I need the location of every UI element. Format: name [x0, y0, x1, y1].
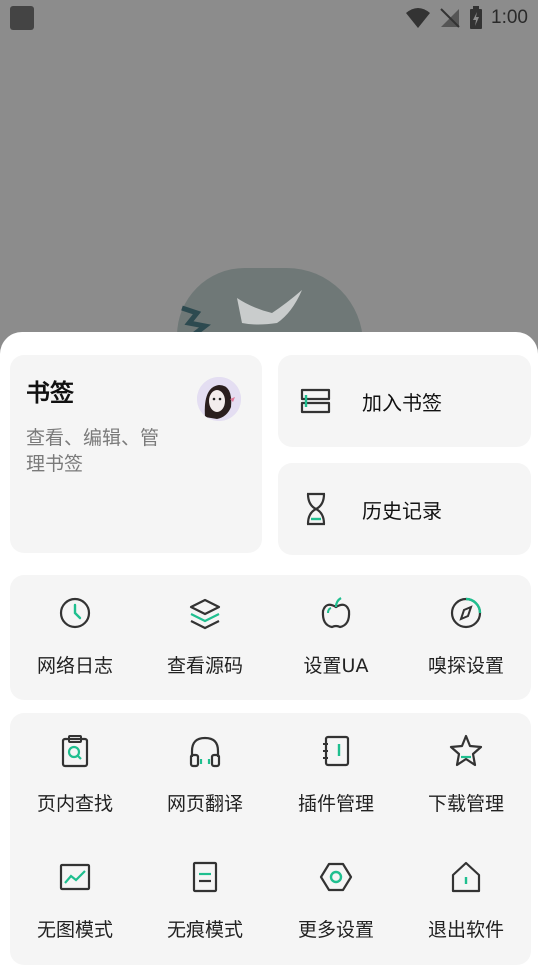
star-icon	[448, 733, 484, 769]
tools-grid-top: 网络日志 查看源码 设置UA 嗅探设置	[10, 575, 531, 700]
download-manager-button[interactable]: 下载管理	[401, 713, 531, 823]
set-ua-label: 设置UA	[303, 655, 369, 677]
hexagon-settings-icon	[318, 859, 354, 895]
exit-app-label: 退出软件	[427, 919, 504, 941]
find-in-page-label: 页内查找	[36, 793, 113, 815]
bookmarks-card[interactable]: 书签 查看、编辑、管理书签	[10, 355, 262, 553]
home-icon	[448, 859, 484, 895]
incognito-mode-label: 无痕模式	[166, 919, 243, 941]
download-manager-label: 下载管理	[427, 793, 504, 815]
plugin-manager-label: 插件管理	[297, 793, 374, 815]
network-log-button[interactable]: 网络日志	[10, 575, 140, 685]
no-image-mode-button[interactable]: 无图模式	[10, 839, 140, 949]
wifi-icon	[405, 7, 431, 29]
more-settings-button[interactable]: 更多设置	[271, 839, 401, 949]
status-bar: 1:00	[0, 0, 538, 36]
translate-page-button[interactable]: 网页翻译	[140, 713, 270, 823]
avatar	[197, 377, 241, 421]
history-button[interactable]: 历史记录	[278, 463, 531, 555]
app-notification-icon	[10, 6, 34, 30]
bookmarks-subtitle: 查看、编辑、管理书签	[26, 427, 160, 475]
hourglass-icon	[296, 489, 336, 529]
history-label: 历史记录	[362, 499, 442, 523]
battery-charging-icon	[469, 6, 483, 30]
no-image-mode-label: 无图模式	[36, 919, 113, 941]
image-icon	[57, 859, 93, 895]
add-bookmark-button[interactable]: 加入书签	[278, 355, 531, 447]
plugin-manager-button[interactable]: 插件管理	[271, 713, 401, 823]
more-settings-label: 更多设置	[297, 919, 374, 941]
exit-app-button[interactable]: 退出软件	[401, 839, 531, 949]
document-icon	[187, 859, 223, 895]
clipboard-search-icon	[57, 733, 93, 769]
incognito-mode-button[interactable]: 无痕模式	[140, 839, 270, 949]
bookmarks-title: 书签	[26, 379, 74, 407]
translate-page-label: 网页翻译	[166, 793, 243, 815]
sniff-settings-label: 嗅探设置	[427, 655, 504, 677]
view-source-label: 查看源码	[166, 655, 243, 677]
compass-icon	[448, 595, 484, 631]
apple-icon	[318, 595, 354, 631]
notebook-icon	[318, 733, 354, 769]
status-icons: 1:00	[405, 6, 528, 30]
clock-icon	[57, 595, 93, 631]
view-source-button[interactable]: 查看源码	[140, 575, 270, 685]
headphones-icon	[187, 733, 223, 769]
bookmark-add-icon	[296, 381, 336, 421]
set-ua-button[interactable]: 设置UA	[271, 575, 401, 685]
add-bookmark-label: 加入书签	[362, 391, 442, 415]
find-in-page-button[interactable]: 页内查找	[10, 713, 140, 823]
layers-icon	[187, 595, 223, 631]
sniff-settings-button[interactable]: 嗅探设置	[401, 575, 531, 685]
clock-time: 1:00	[491, 7, 528, 28]
no-signal-icon	[439, 7, 461, 29]
menu-sheet: 书签 查看、编辑、管理书签 加入书签 历史记录 网络日志 查看源码 设置UA 嗅…	[0, 332, 538, 973]
network-log-label: 网络日志	[36, 655, 113, 677]
tools-grid-bottom: 页内查找 网页翻译 插件管理 下载管理 无图模式 无痕模式 更多设置 退出软件	[10, 713, 531, 965]
